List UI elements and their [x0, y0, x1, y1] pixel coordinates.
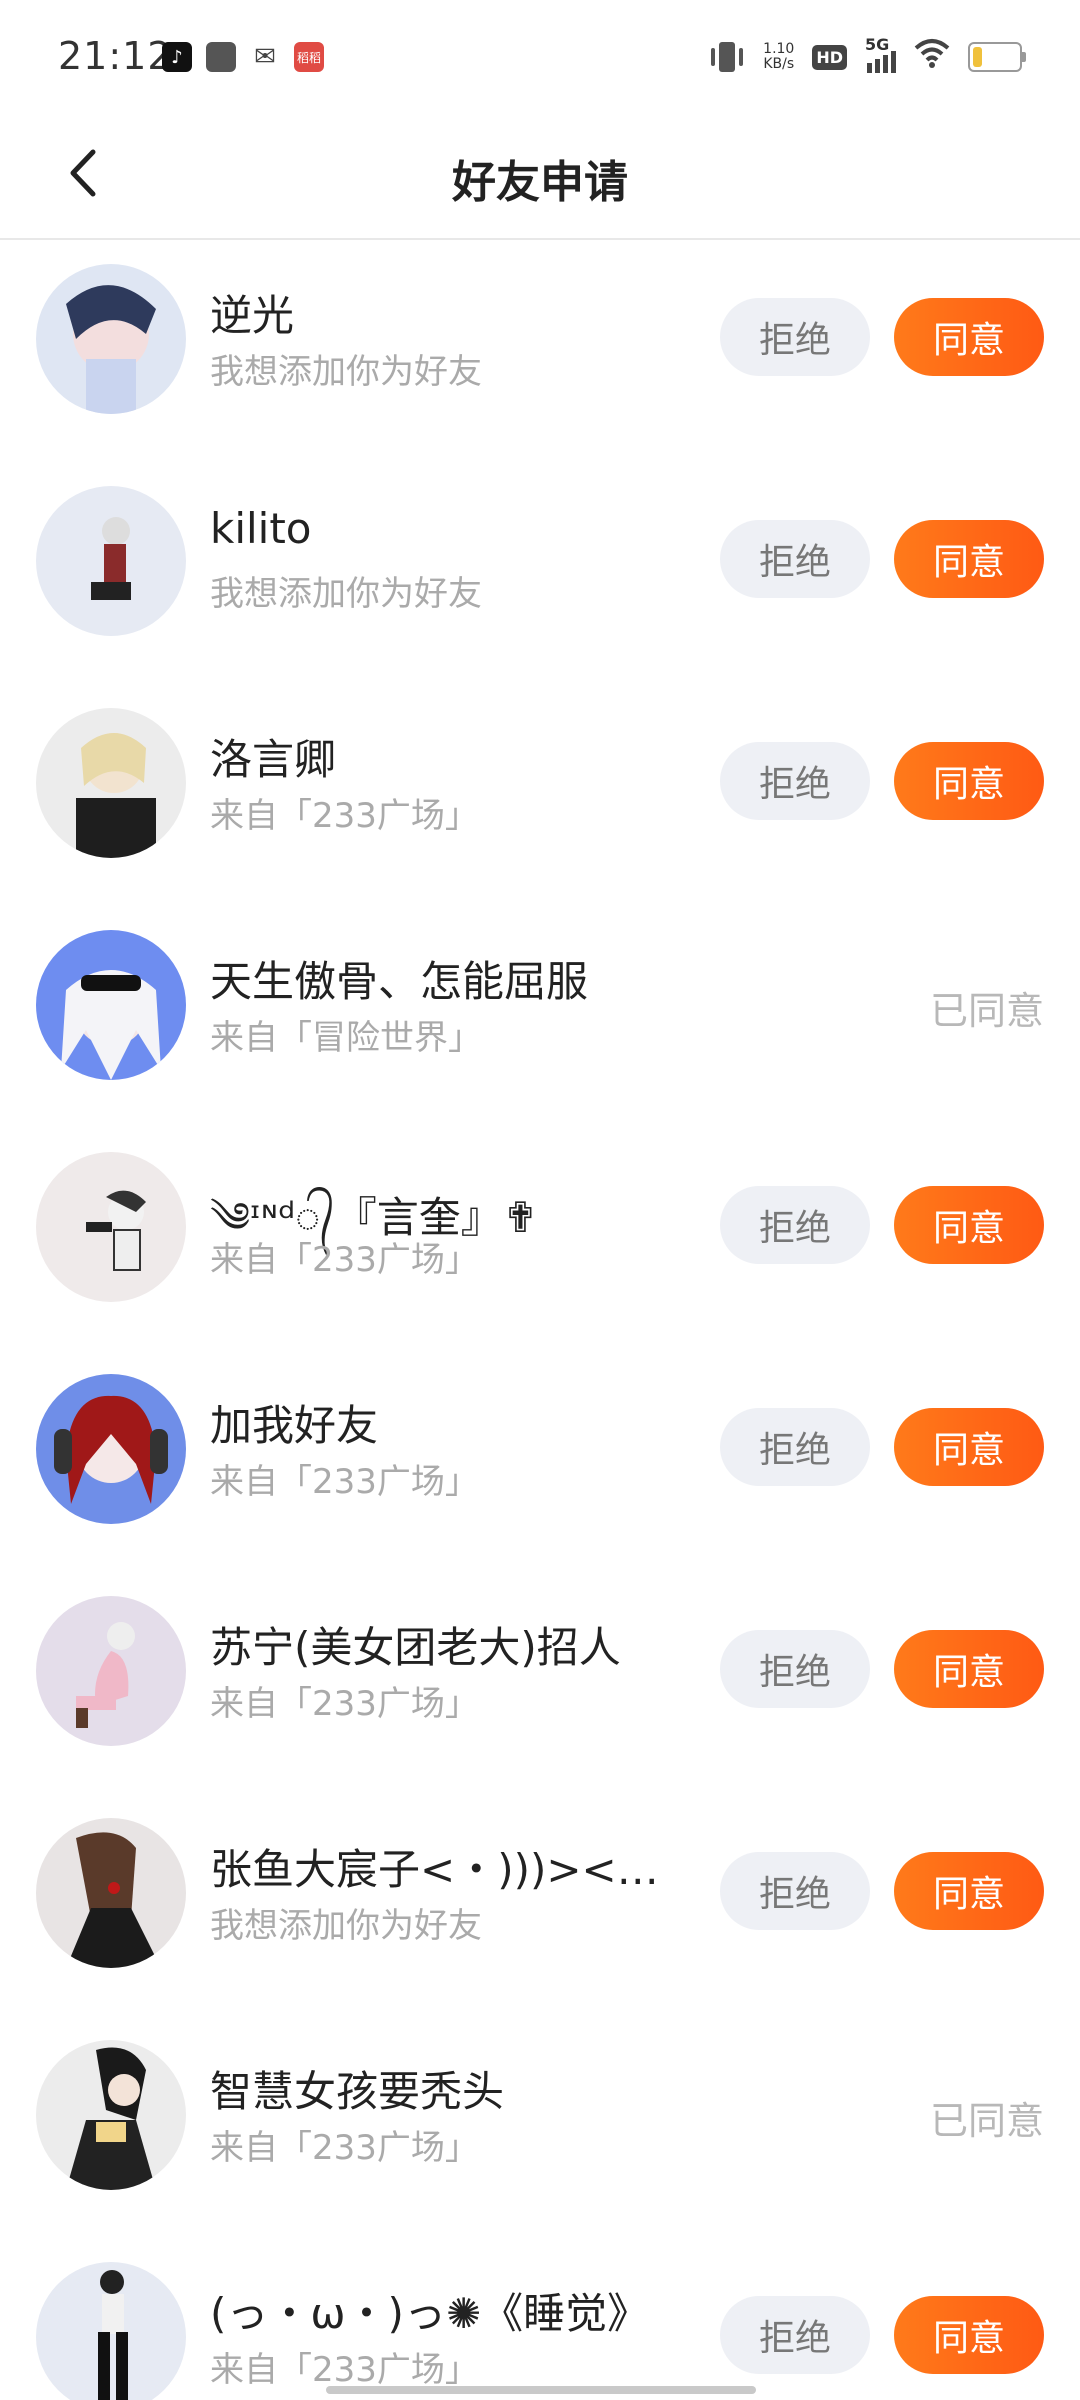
agreed-status: 已同意: [929, 989, 1044, 1033]
accept-button[interactable]: 同意: [894, 1408, 1044, 1486]
red-app-icon: 稻稻: [294, 42, 324, 72]
system-icons: 1.10 KB/s HD 5G: [709, 35, 1026, 76]
friend-request-row: 洛言卿 来自「233广场」 拒绝 同意: [0, 684, 1080, 906]
request-message: 来自「233广场」: [210, 1240, 479, 1280]
friend-requests-screen: 21:12 ♪ ✉ 稻稻 1.10 KB/s HD 5G 好友申请 逆光 我想添…: [0, 0, 1080, 2400]
network-speed-value: 1.10: [763, 41, 795, 57]
avatar[interactable]: [36, 930, 186, 1080]
request-message: 来自「233广场」: [210, 2128, 479, 2168]
accept-button[interactable]: 同意: [894, 520, 1044, 598]
reject-button[interactable]: 拒绝: [720, 742, 870, 820]
friend-request-row: 加我好友 来自「233广场」 拒绝 同意: [0, 1350, 1080, 1572]
friend-request-row: kilito 我想添加你为好友 拒绝 同意: [0, 462, 1080, 684]
reject-button[interactable]: 拒绝: [720, 1852, 870, 1930]
user-name: 智慧女孩要秃头: [210, 2067, 505, 2116]
reject-button[interactable]: 拒绝: [720, 520, 870, 598]
signal-label: 5G: [865, 35, 890, 54]
accept-button[interactable]: 同意: [894, 1186, 1044, 1264]
reject-button[interactable]: 拒绝: [720, 1186, 870, 1264]
reject-button[interactable]: 拒绝: [720, 298, 870, 376]
hd-icon: HD: [812, 44, 847, 70]
accept-button[interactable]: 同意: [894, 742, 1044, 820]
user-name: 天生傲骨、怎能屈服: [210, 957, 589, 1006]
user-name: 苏宁(美女团老大)招人: [210, 1623, 621, 1672]
wechat-icon: ✉: [254, 42, 276, 72]
request-message: 我想添加你为好友: [210, 574, 482, 614]
signal-5g-icon: 5G: [865, 35, 896, 73]
network-speed-unit: KB/s: [763, 56, 795, 72]
reject-button[interactable]: 拒绝: [720, 1630, 870, 1708]
user-name: 逆光: [210, 291, 295, 340]
notification-icons: ♪ ✉ 稻稻: [162, 42, 324, 72]
status-bar: 21:12 ♪ ✉ 稻稻 1.10 KB/s HD 5G: [0, 0, 1080, 120]
avatar[interactable]: [36, 2262, 186, 2400]
tiktok-icon: ♪: [162, 42, 192, 72]
vibrate-icon: [709, 40, 745, 74]
request-message: 来自「233广场」: [210, 1684, 479, 1724]
home-indicator[interactable]: [326, 2386, 756, 2394]
request-message: 我想添加你为好友: [210, 352, 482, 392]
friend-request-row: (っ・ω・)っ✺《睡觉》 来自「233广场」 拒绝 同意: [0, 2238, 1080, 2400]
avatar[interactable]: [36, 264, 186, 414]
avatar[interactable]: [36, 486, 186, 636]
reject-button[interactable]: 拒绝: [720, 1408, 870, 1486]
friend-request-row: 张鱼大宸子<・)))><… 我想添加你为好友 拒绝 同意: [0, 1794, 1080, 2016]
user-name: 张鱼大宸子<・)))><…: [210, 1845, 659, 1894]
accept-button[interactable]: 同意: [894, 1630, 1044, 1708]
friend-request-row: 智慧女孩要秃头 来自「233广场」 已同意: [0, 2016, 1080, 2238]
request-message: 来自「233广场」: [210, 1462, 479, 1502]
accept-button[interactable]: 同意: [894, 2296, 1044, 2374]
accept-button[interactable]: 同意: [894, 1852, 1044, 1930]
request-message: 来自「冒险世界」: [210, 1018, 482, 1058]
friend-request-row: 天生傲骨、怎能屈服 来自「冒险世界」 已同意: [0, 906, 1080, 1128]
request-message: 来自「233广场」: [210, 2350, 479, 2390]
avatar[interactable]: [36, 708, 186, 858]
friend-request-row: ༄ᶦᶰᵈ᭄『言奎』✟ 来自「233广场」 拒绝 同意: [0, 1128, 1080, 1350]
wifi-icon: [914, 38, 950, 76]
friend-request-row: 苏宁(美女团老大)招人 来自「233广场」 拒绝 同意: [0, 1572, 1080, 1794]
request-message: 我想添加你为好友: [210, 1906, 482, 1946]
reject-button[interactable]: 拒绝: [720, 2296, 870, 2374]
avatar[interactable]: [36, 1596, 186, 1746]
avatar[interactable]: [36, 1374, 186, 1524]
header: 好友申请: [0, 120, 1080, 240]
user-name: (っ・ω・)っ✺《睡觉》: [210, 2289, 650, 2338]
user-name: 洛言卿: [210, 735, 337, 784]
battery-icon: [968, 42, 1026, 72]
friend-request-list[interactable]: 逆光 我想添加你为好友 拒绝 同意 kilito 我想添加你为好友 拒绝 同意 …: [0, 240, 1080, 2400]
agreed-status: 已同意: [929, 2099, 1044, 2143]
user-name: kilito: [210, 504, 312, 553]
network-speed: 1.10 KB/s: [763, 42, 794, 72]
avatar[interactable]: [36, 1818, 186, 1968]
avatar[interactable]: [36, 2040, 186, 2190]
app-notification-icon: [206, 42, 236, 72]
page-title: 好友申请: [452, 157, 628, 208]
accept-button[interactable]: 同意: [894, 298, 1044, 376]
status-time: 21:12: [58, 34, 173, 78]
user-name: 加我好友: [210, 1401, 379, 1450]
friend-request-row: 逆光 我想添加你为好友 拒绝 同意: [0, 240, 1080, 462]
avatar[interactable]: [36, 1152, 186, 1302]
request-message: 来自「233广场」: [210, 796, 479, 836]
